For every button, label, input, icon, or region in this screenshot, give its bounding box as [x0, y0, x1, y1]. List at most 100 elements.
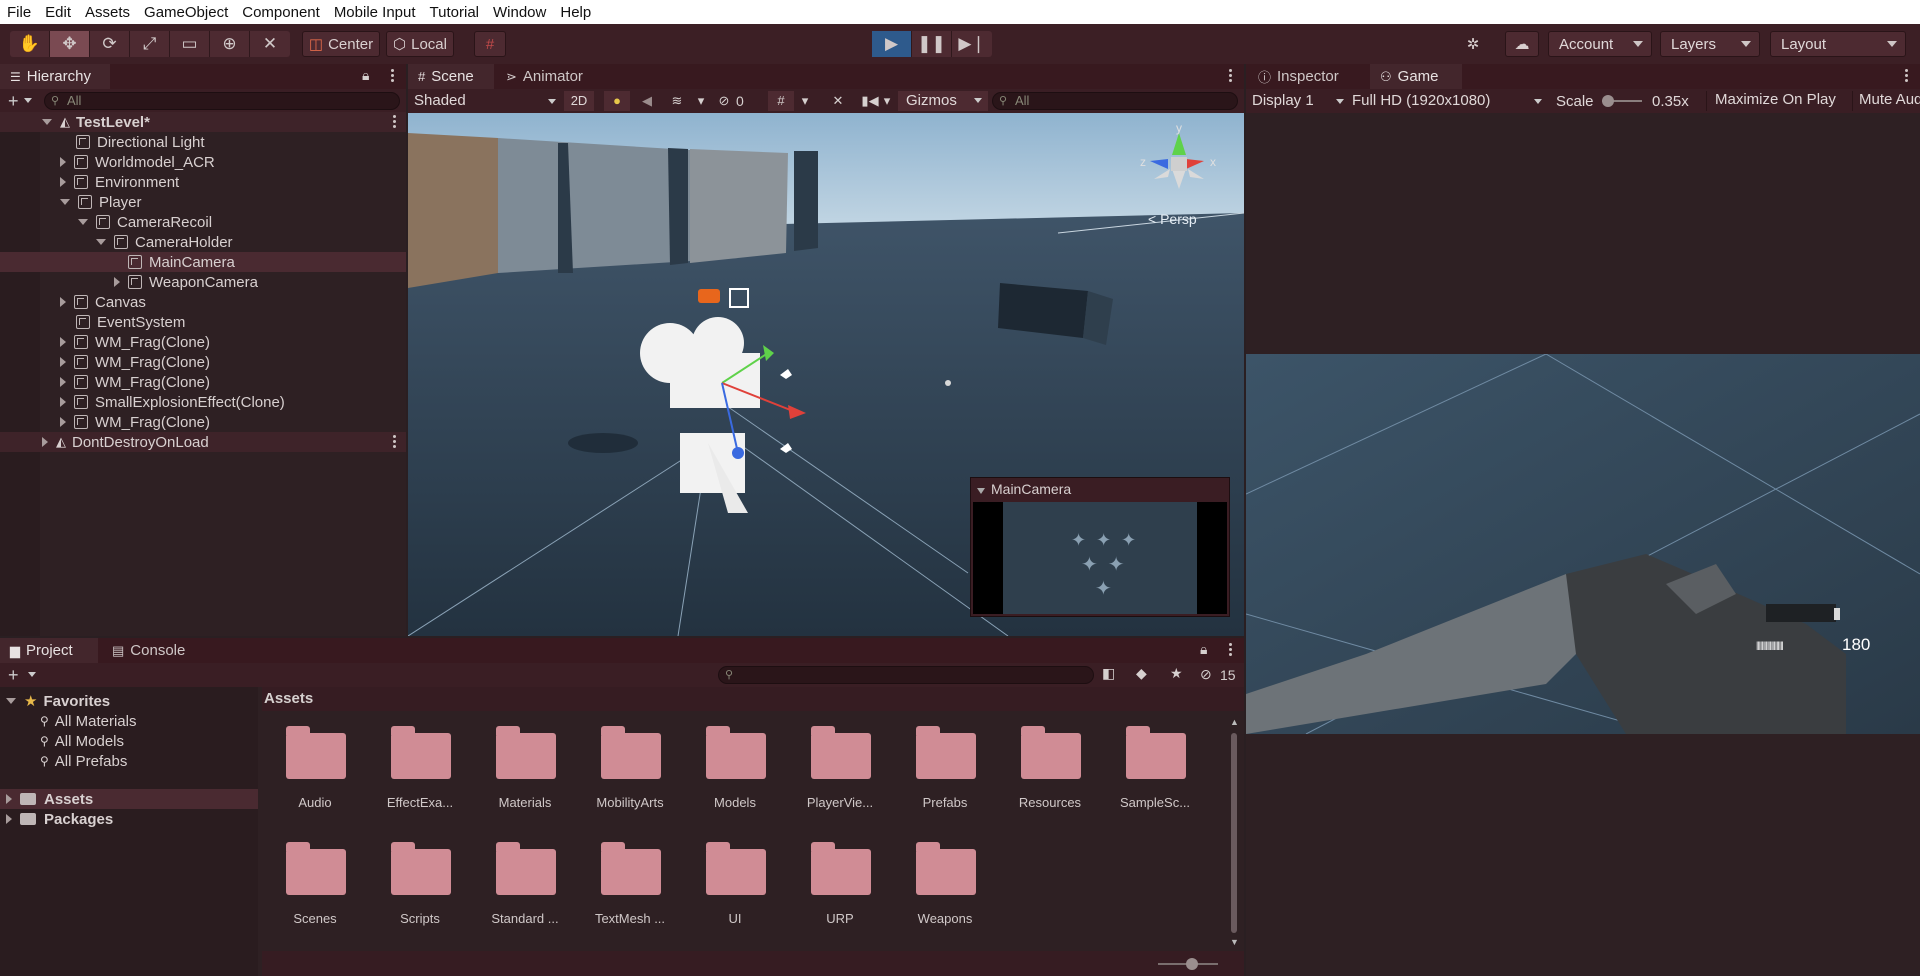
hierarchy-item[interactable]: WM_Frag(Clone) [0, 352, 406, 372]
assets-root-row[interactable]: Assets [0, 789, 258, 809]
lock-icon[interactable]: 🔒︎ [1200, 641, 1207, 658]
layout-dropdown[interactable]: Layout [1770, 31, 1906, 57]
hierarchy-item[interactable]: WM_Frag(Clone) [0, 372, 406, 392]
expand-icon[interactable] [42, 119, 52, 125]
more-icon[interactable] [1229, 643, 1232, 657]
hierarchy-item[interactable]: WM_Frag(Clone) [0, 412, 406, 432]
menu-assets[interactable]: Assets [78, 4, 137, 21]
shading-dropdown[interactable]: Shaded [414, 92, 560, 110]
folder-item[interactable]: Standard ... [470, 839, 570, 949]
hidden-objects-icon[interactable]: ⊘ [714, 91, 734, 111]
rotate-tool-icon[interactable]: ⟳ [90, 31, 130, 57]
icon-size-slider[interactable] [1158, 958, 1218, 970]
maximize-on-play-toggle[interactable]: Maximize On Play [1706, 91, 1844, 111]
menu-component[interactable]: Component [235, 4, 327, 21]
menu-help[interactable]: Help [553, 4, 598, 21]
tab-project[interactable]: ▆ Project [0, 638, 98, 663]
hierarchy-item[interactable]: Environment [0, 172, 406, 192]
more-icon[interactable] [391, 69, 394, 83]
expand-icon[interactable] [60, 377, 66, 387]
more-icon[interactable] [393, 115, 396, 129]
tab-game[interactable]: ⚇ Game [1370, 64, 1462, 89]
folder-item[interactable]: TextMesh ... [575, 839, 675, 949]
chevron-down-icon[interactable]: ▾ [880, 91, 894, 111]
add-icon[interactable]: + [8, 91, 19, 112]
favorite-item[interactable]: ⚲ All Materials [0, 711, 258, 731]
scale-slider[interactable] [1602, 95, 1642, 107]
hierarchy-item[interactable]: Directional Light [0, 132, 406, 152]
scene-gizmo[interactable]: y x z [1124, 119, 1234, 209]
hierarchy-item[interactable]: Worldmodel_ACR [0, 152, 406, 172]
layers-dropdown[interactable]: Layers [1660, 31, 1760, 57]
tab-scene[interactable]: # Scene [408, 64, 494, 89]
expand-icon[interactable] [42, 437, 48, 447]
chevron-down-icon[interactable] [28, 672, 36, 677]
expand-icon[interactable] [60, 417, 66, 427]
mute-audio-toggle[interactable]: Mute Aud [1852, 91, 1920, 111]
expand-icon[interactable] [60, 199, 70, 205]
add-icon[interactable]: + [8, 665, 19, 686]
menu-gameobject[interactable]: GameObject [137, 4, 235, 21]
search-by-type-icon[interactable]: ◧ [1102, 665, 1115, 682]
favorites-row[interactable]: ★ Favorites [0, 691, 258, 711]
transform-tool-icon[interactable]: ⊕ [210, 31, 250, 57]
menu-window[interactable]: Window [486, 4, 553, 21]
folder-item[interactable]: Scenes [260, 839, 360, 949]
tab-hierarchy[interactable]: ☰ Hierarchy [0, 64, 110, 89]
game-viewport[interactable]: |||||||||||||||||||| 180 [1246, 354, 1920, 734]
tab-animator[interactable]: ⋗ Animator [496, 64, 596, 89]
menu-tutorial[interactable]: Tutorial [423, 4, 486, 21]
scroll-down-icon[interactable]: ▼ [1230, 937, 1239, 947]
folder-item[interactable]: Resources [995, 723, 1095, 833]
grid-toggle-icon[interactable]: # [768, 91, 794, 111]
expand-icon[interactable] [114, 277, 120, 287]
packages-root-row[interactable]: Packages [0, 809, 258, 829]
expand-icon[interactable] [6, 698, 16, 704]
tools-icon[interactable]: ✕ [828, 91, 848, 111]
scene-search-input[interactable]: ⚲ All [992, 92, 1238, 110]
effects-icon[interactable]: ≋ [664, 91, 690, 111]
project-search-input[interactable]: ⚲ [718, 666, 1094, 684]
rect-tool-icon[interactable]: ▭ [170, 31, 210, 57]
folder-item[interactable]: Prefabs [890, 723, 990, 833]
gizmos-dropdown[interactable]: Gizmos [898, 91, 988, 111]
project-scrollbar[interactable]: ▲ ▼ [1228, 717, 1240, 947]
expand-icon[interactable] [6, 794, 12, 804]
menu-file[interactable]: File [0, 4, 38, 21]
step-icon[interactable]: ▶❘ [952, 31, 992, 57]
folder-item[interactable]: Scripts [365, 839, 465, 949]
expand-icon[interactable] [96, 239, 106, 245]
pivot-center-button[interactable]: ◫ Center [302, 31, 380, 57]
scroll-up-icon[interactable]: ▲ [1230, 717, 1239, 727]
folder-item[interactable]: Materials [470, 723, 570, 833]
audio-icon[interactable]: ◀ [634, 91, 660, 111]
move-tool-icon[interactable]: ✥ [50, 31, 90, 57]
camera-icon[interactable]: ▮◀ [860, 91, 880, 111]
tab-inspector[interactable]: ⓘ Inspector [1248, 64, 1360, 89]
chevron-down-icon[interactable]: ▾ [798, 91, 812, 111]
favorite-item[interactable]: ⚲ All Models [0, 731, 258, 751]
account-dropdown[interactable]: Account [1548, 31, 1652, 57]
folder-item[interactable]: Audio [260, 723, 360, 833]
folder-item[interactable]: MobilityArts [575, 723, 675, 833]
scrollbar-thumb[interactable] [1231, 733, 1237, 933]
dontdestroy-row[interactable]: ◭ DontDestroyOnLoad [0, 432, 406, 452]
hierarchy-item[interactable]: WM_Frag(Clone) [0, 332, 406, 352]
scene-row[interactable]: ◭ TestLevel* [0, 112, 406, 132]
hierarchy-item[interactable]: Player [0, 192, 406, 212]
hierarchy-item[interactable]: EventSystem [0, 312, 406, 332]
resolution-dropdown[interactable]: Full HD (1920x1080) [1352, 92, 1546, 109]
hierarchy-item[interactable]: Canvas [0, 292, 406, 312]
hierarchy-item[interactable]: WeaponCamera [0, 272, 406, 292]
hand-tool-icon[interactable]: ✋ [10, 31, 50, 57]
folder-item[interactable]: EffectExa... [365, 723, 465, 833]
persp-toggle[interactable]: < Persp [1148, 211, 1197, 227]
expand-icon[interactable] [60, 157, 66, 167]
hierarchy-item[interactable]: SmallExplosionEffect(Clone) [0, 392, 406, 412]
hidden-packages-icon[interactable]: ⊘ [1200, 666, 1212, 683]
scale-tool-icon[interactable]: ⤢ [130, 31, 170, 57]
more-icon[interactable] [1905, 69, 1908, 83]
more-icon[interactable] [393, 435, 396, 449]
folder-item[interactable]: UI [680, 839, 780, 949]
chevron-down-icon[interactable] [24, 98, 32, 103]
